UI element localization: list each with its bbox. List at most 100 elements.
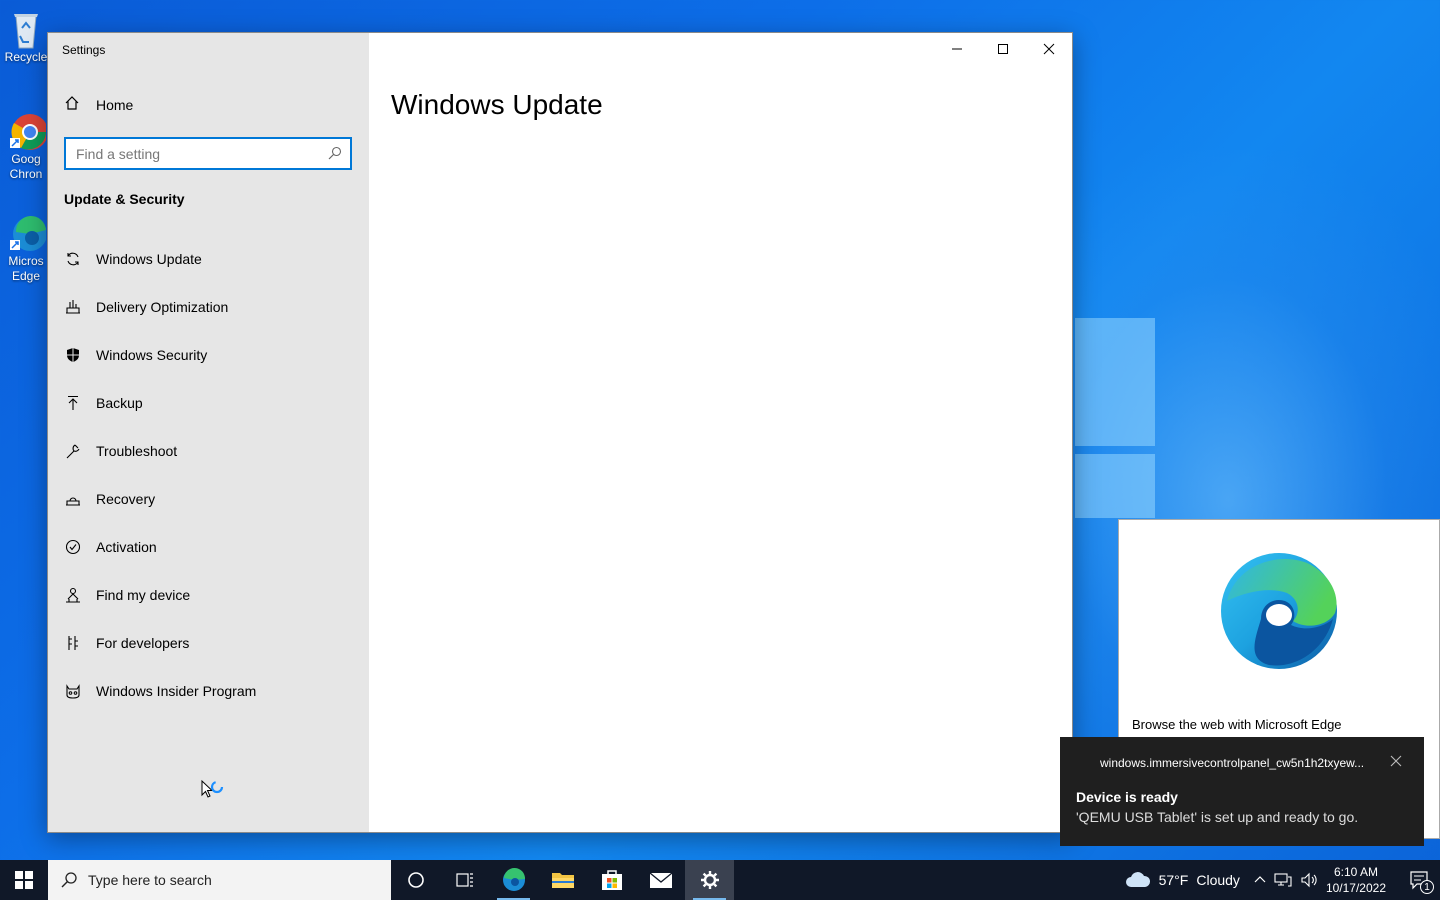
tray-system-icons (1254, 872, 1318, 888)
taskbar-clock[interactable]: 6:10 AM 10/17/2022 (1326, 864, 1386, 896)
toast-notification[interactable]: windows.immersivecontrolpanel_cw5n1h2txy… (1060, 737, 1424, 846)
shield-icon (64, 346, 82, 364)
recovery-icon (64, 490, 82, 508)
minimize-button[interactable] (934, 33, 980, 65)
weather-widget[interactable]: 57°F Cloudy (1125, 871, 1240, 889)
sidebar-item-windows-insider-program[interactable]: Windows Insider Program (48, 667, 369, 715)
taskbar-mail-button[interactable] (636, 860, 685, 900)
window-controls (934, 33, 1072, 65)
task-view-button[interactable] (440, 860, 489, 900)
section-title: Update & Security (64, 191, 185, 207)
settings-nav-list: Windows Update Delivery Optimization Win… (48, 235, 369, 715)
cloud-icon (1125, 872, 1150, 887)
notification-count-badge: 1 (1420, 880, 1434, 894)
taskbar-file-explorer-button[interactable] (538, 860, 587, 900)
desktop-icon-edge[interactable]: Micros Edge (4, 212, 48, 284)
insider-cat-icon (64, 682, 82, 700)
nav-label: For developers (96, 635, 190, 651)
home-nav-item[interactable]: Home (64, 95, 133, 114)
edge-icon (6, 212, 47, 252)
clock-time: 6:10 AM (1333, 865, 1378, 879)
windows-logo-icon (15, 871, 33, 889)
close-button[interactable] (1026, 33, 1072, 65)
network-icon[interactable] (1274, 872, 1292, 888)
start-button[interactable] (0, 860, 48, 900)
desktop-icon-label: Recycle (4, 50, 48, 64)
sidebar-item-delivery-optimization[interactable]: Delivery Optimization (48, 283, 369, 331)
busy-cursor-icon (198, 777, 228, 812)
search-icon[interactable] (328, 146, 342, 160)
action-center-button[interactable]: 1 (1400, 860, 1440, 900)
folder-icon (551, 873, 574, 888)
home-icon (64, 95, 82, 114)
taskbar-store-button[interactable] (587, 860, 636, 900)
wallpaper-window-pane (1075, 454, 1155, 518)
cortana-button[interactable] (391, 860, 440, 900)
person-location-icon (64, 586, 82, 604)
gear-icon (700, 871, 719, 889)
edge-promo-text: Browse the web with Microsoft Edge (1132, 717, 1342, 732)
find-setting-search[interactable] (64, 137, 352, 170)
nav-label: Find my device (96, 587, 191, 603)
edge-icon (502, 868, 525, 891)
taskbar-search-box[interactable]: Type here to search (48, 860, 391, 900)
edge-promo-logo-area (1119, 520, 1439, 702)
sidebar-item-windows-update[interactable]: Windows Update (48, 235, 369, 283)
toast-title: Device is ready (1076, 789, 1178, 805)
desktop-icon-label: Micros Edge (8, 254, 44, 283)
sidebar-item-backup[interactable]: Backup (48, 379, 369, 427)
mail-icon (649, 872, 672, 888)
toast-close-button[interactable] (1390, 754, 1402, 770)
taskbar-settings-button[interactable] (685, 860, 734, 900)
desktop-icon-recycle-bin[interactable]: Recycle (4, 8, 48, 65)
desktop-icon-chrome[interactable]: Goog Chron (4, 110, 48, 182)
sidebar-item-troubleshoot[interactable]: Troubleshoot (48, 427, 369, 475)
sidebar-item-recovery[interactable]: Recovery (48, 475, 369, 523)
maximize-icon (998, 44, 1008, 54)
close-icon (1390, 755, 1402, 767)
nav-label: Windows Update (96, 251, 202, 267)
weather-temp: 57°F (1158, 872, 1189, 888)
sidebar-item-windows-security[interactable]: Windows Security (48, 331, 369, 379)
chrome-icon (6, 110, 48, 150)
sidebar-item-for-developers[interactable]: For developers (48, 619, 369, 667)
taskbar: Type here to search 57°F Cloudy 6:10 AM (0, 860, 1440, 900)
backup-arrow-icon (64, 394, 82, 412)
toast-body: 'QEMU USB Tablet' is set up and ready to… (1076, 809, 1359, 825)
cortana-circle-icon (407, 872, 424, 888)
nav-label: Windows Insider Program (96, 683, 257, 699)
sidebar-item-activation[interactable]: Activation (48, 523, 369, 571)
wallpaper-window-pane (1075, 318, 1155, 446)
close-icon (1043, 43, 1055, 55)
system-tray: 57°F Cloudy 6:10 AM 10/17/2022 1 (1125, 860, 1440, 900)
check-circle-icon (64, 538, 82, 556)
volume-icon[interactable] (1300, 872, 1318, 888)
settings-window: Settings Home Update & Security Windows … (47, 32, 1073, 833)
sync-icon (64, 250, 82, 268)
nav-label: Troubleshoot (96, 443, 178, 459)
settings-sidebar: Settings Home Update & Security Windows … (48, 33, 369, 832)
nav-label: Delivery Optimization (96, 299, 229, 315)
search-input[interactable] (76, 145, 316, 162)
nav-label: Backup (96, 395, 143, 411)
nav-label: Activation (96, 539, 157, 555)
weather-condition: Cloudy (1196, 872, 1240, 888)
recycle-bin-icon (6, 8, 46, 49)
toast-app-name: windows.immersivecontrolpanel_cw5n1h2txy… (1100, 756, 1365, 770)
store-bag-icon (601, 870, 622, 890)
nav-label: Recovery (96, 491, 156, 507)
nav-label: Windows Security (96, 347, 208, 363)
task-view-icon (455, 873, 473, 887)
sidebar-item-find-my-device[interactable]: Find my device (48, 571, 369, 619)
minimize-icon (952, 48, 962, 50)
edge-logo-icon (1221, 553, 1337, 669)
search-icon (61, 872, 77, 888)
home-label: Home (96, 96, 134, 113)
window-title: Settings (62, 43, 106, 57)
taskbar-search-placeholder: Type here to search (88, 872, 212, 888)
maximize-button[interactable] (980, 33, 1026, 65)
desktop-icon-label: Goog Chron (9, 152, 43, 181)
chevron-up-icon[interactable] (1254, 874, 1266, 886)
clock-date: 10/17/2022 (1325, 881, 1386, 895)
taskbar-edge-button[interactable] (489, 860, 538, 900)
